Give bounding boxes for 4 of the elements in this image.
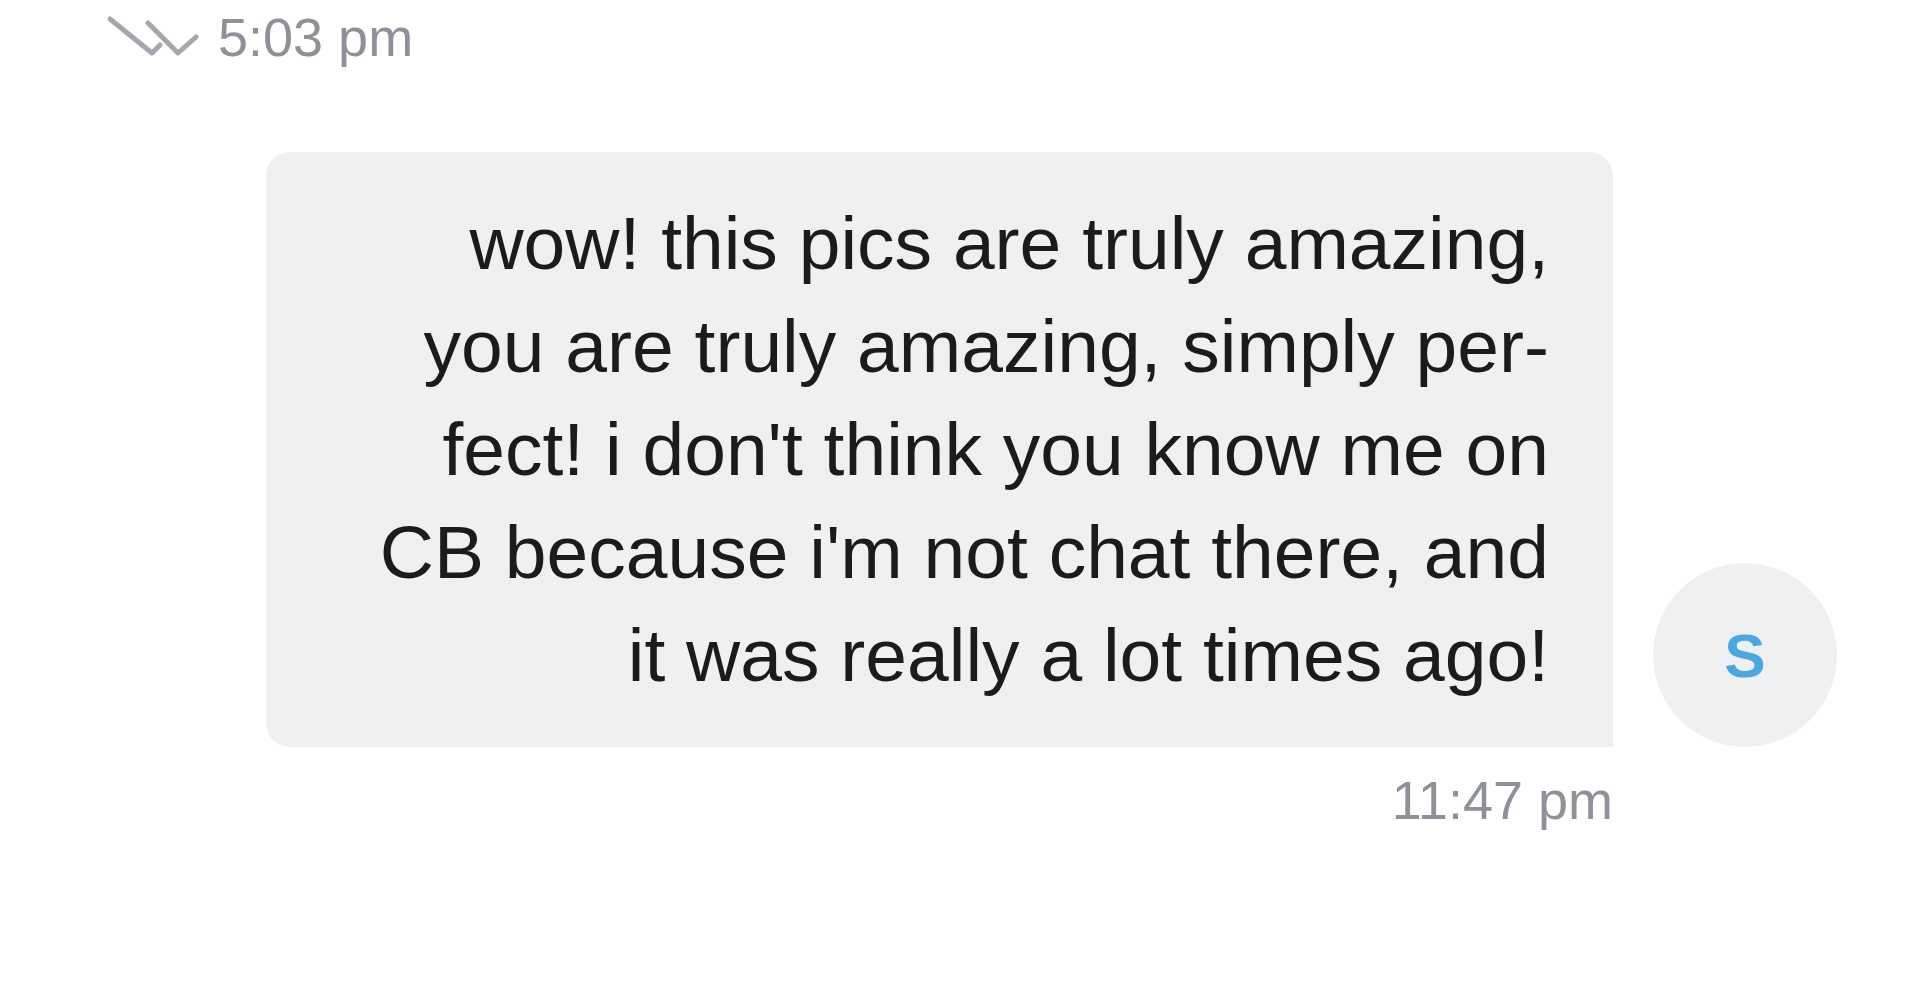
- message-time: 5:03 pm: [218, 6, 414, 68]
- message-bubble: wow! this pics are truly amazing, you are truly amazing, simply per- fect! i don't think you know me on CB because i'm not chat there, and it was really a lot times ago!: [266, 152, 1613, 747]
- message-time: 11:47 pm: [1391, 769, 1613, 831]
- avatar[interactable]: S: [1653, 563, 1837, 747]
